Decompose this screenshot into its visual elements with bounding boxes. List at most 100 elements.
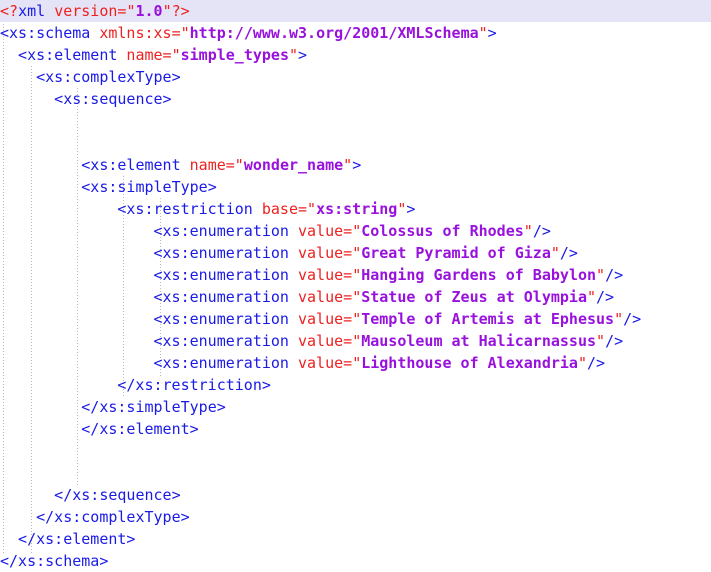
code-line[interactable]: </xs:element> xyxy=(0,528,711,550)
token-tag: /> xyxy=(623,310,642,328)
token-val: Statue of Zeus at Olympia xyxy=(361,288,587,306)
code-line-text: </xs:element> xyxy=(0,530,135,548)
code-line-text: <xs:schema xmlns:xs="http://www.w3.org/2… xyxy=(0,24,497,42)
token-val: Lighthouse of Alexandria xyxy=(361,354,578,372)
token-punct: ?> xyxy=(171,2,190,20)
code-line-text: <xs:enumeration value="Statue of Zeus at… xyxy=(0,288,615,306)
code-line-text: <xs:enumeration value="Hanging Gardens o… xyxy=(0,266,624,284)
token-tag: /> xyxy=(532,222,551,240)
token-val: 1.0 xyxy=(135,2,163,20)
code-line-text: <xs:element name="wonder_name"> xyxy=(0,156,361,174)
token-attr: base= xyxy=(261,200,308,218)
token-tag: <xs:enumeration xyxy=(153,288,289,306)
code-line[interactable]: </xs:schema> xyxy=(0,550,711,572)
token-val: simple_types xyxy=(180,46,289,64)
token-attr: name= xyxy=(189,156,235,174)
code-line[interactable]: </xs:restriction> xyxy=(0,374,711,396)
token-attr: " xyxy=(577,354,587,372)
code-line[interactable]: <xs:schema xmlns:xs="http://www.w3.org/2… xyxy=(0,22,711,44)
code-line-text: </xs:element> xyxy=(0,420,199,438)
token-tag: <xs:simpleType> xyxy=(81,178,217,196)
token-attr: " xyxy=(307,200,317,218)
token-val: Hanging Gardens of Babylon xyxy=(361,266,597,284)
code-line-text: <?xml version="1.0"?> xyxy=(0,2,190,20)
code-line-text: </xs:complexType> xyxy=(0,508,190,526)
code-line[interactable]: </xs:simpleType> xyxy=(0,396,711,418)
code-line[interactable] xyxy=(0,440,711,462)
token-val: wonder_name xyxy=(243,156,344,174)
code-line-text: <xs:enumeration value= "Temple of Artemis… xyxy=(0,310,642,328)
token-tag: <xs:element xyxy=(18,46,118,64)
code-line-text: <xs:element name="simple_types"> xyxy=(0,46,307,64)
token-tag: <xs:sequence> xyxy=(54,90,172,108)
code-line[interactable] xyxy=(0,462,711,484)
token-attr: " xyxy=(352,288,362,306)
token-tag: <xs:schema xyxy=(0,24,91,42)
token-tag: </xs:simpleType> xyxy=(81,398,226,416)
token-val: Great Pyramid of Giza xyxy=(361,244,551,262)
token-xmlname: xml xyxy=(18,2,46,20)
code-line[interactable]: <xs:enumeration value="Hanging Gardens o… xyxy=(0,264,711,286)
token-tag: /> xyxy=(605,332,624,350)
code-line[interactable]: <xs:complexType> xyxy=(0,66,711,88)
token-attr: " xyxy=(180,24,190,42)
token-val: Temple of Artemis at Ephesus xyxy=(361,310,615,328)
code-line[interactable]: <xs:sequence> xyxy=(0,88,711,110)
code-content[interactable]: <?xml version= " 1.0 " ?> <xs:schema xmlns:xs… xyxy=(0,0,711,572)
token-attr: " xyxy=(352,244,362,262)
token-tag: </xs:schema> xyxy=(0,552,109,570)
token-tag: /> xyxy=(605,266,624,284)
token-tag: /> xyxy=(559,244,578,262)
token-attr: version= xyxy=(54,2,127,20)
code-line-text: <xs:enumeration value="Lighthouse of Ale… xyxy=(0,354,606,372)
token-attr: value= xyxy=(298,332,353,350)
token-tag: <xs:enumeration xyxy=(153,310,289,328)
code-line-text: <xs:simpleType> xyxy=(0,178,217,196)
token-val: Colossus of Rhodes xyxy=(361,222,524,240)
code-line[interactable] xyxy=(0,110,711,132)
code-line[interactable]: <xs:enumeration value="Statue of Zeus at… xyxy=(0,286,711,308)
code-line[interactable]: </xs:complexType> xyxy=(0,506,711,528)
token-tag: /> xyxy=(596,288,615,306)
code-line[interactable]: </xs:element> xyxy=(0,418,711,440)
code-line[interactable]: </xs:sequence> xyxy=(0,484,711,506)
code-line[interactable]: <xs:enumeration value="Colossus of Rhode… xyxy=(0,220,711,242)
code-line[interactable]: <xs:enumeration value="Lighthouse of Ale… xyxy=(0,352,711,374)
code-line[interactable]: <xs:enumeration value="Great Pyramid of … xyxy=(0,242,711,264)
token-val: xs:string xyxy=(316,200,398,218)
code-line[interactable]: <?xml version="1.0"?> xyxy=(0,0,711,22)
code-line-text: <xs:enumeration value="Colossus of Rhode… xyxy=(0,222,551,240)
token-tag: <xs:enumeration xyxy=(153,244,289,262)
code-line[interactable]: <xs:enumeration value="Mausoleum at Hali… xyxy=(0,330,711,352)
code-line[interactable] xyxy=(0,132,711,154)
code-editor[interactable]: <?xml version= " 1.0 " ?> <xs:schema xmlns:xs… xyxy=(0,0,711,570)
code-line[interactable]: <xs:element name="simple_types"> xyxy=(0,44,711,66)
token-attr: " xyxy=(614,310,624,328)
token-attr: value= xyxy=(298,310,353,328)
token-punct: <? xyxy=(0,2,19,20)
code-line-text: </xs:restriction> xyxy=(0,376,271,394)
code-line[interactable]: <xs:element name="wonder_name"> xyxy=(0,154,711,176)
code-line-text: <xs:enumeration value="Mausoleum at Hali… xyxy=(0,332,624,350)
token-attr: " xyxy=(352,266,362,284)
token-attr: " xyxy=(171,46,181,64)
code-line[interactable]: <xs:restriction base="xs:string"> xyxy=(0,198,711,220)
code-line[interactable]: <xs:enumeration value= "Temple of Artemis… xyxy=(0,308,711,330)
token-attr: value= xyxy=(298,288,353,306)
token-attr: " xyxy=(352,222,362,240)
token-tag: </xs:element> xyxy=(81,420,199,438)
code-line[interactable]: <xs:simpleType> xyxy=(0,176,711,198)
token-attr: " xyxy=(352,354,362,372)
token-attr: xmlns:xs= xyxy=(99,24,181,42)
token-attr: value= xyxy=(298,244,353,262)
